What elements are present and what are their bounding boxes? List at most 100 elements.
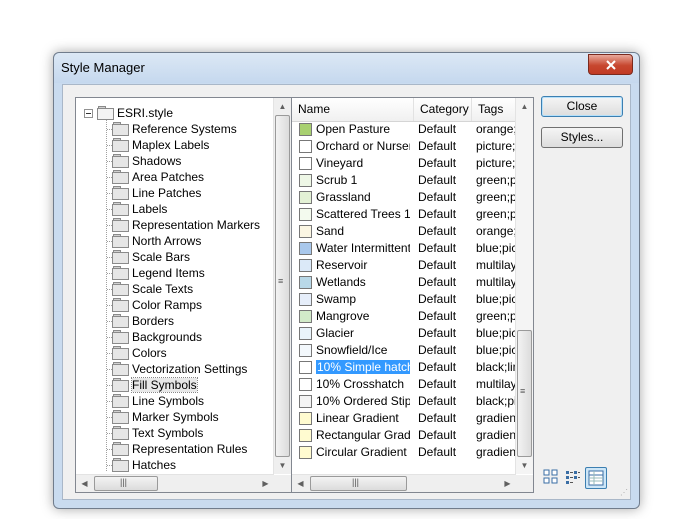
tree-item[interactable]: Backgrounds [112, 329, 202, 345]
folder-icon [112, 266, 129, 280]
list-row[interactable]: 10% Crosshatch Default multilaye [292, 376, 516, 393]
details-view-button[interactable] [585, 467, 607, 489]
list-row[interactable]: Wetlands Default multilaye [292, 274, 516, 291]
scroll-up-icon[interactable]: ▲ [516, 98, 533, 115]
tree-item[interactable]: Shadows [112, 153, 181, 169]
tree-item[interactable]: North Arrows [112, 233, 201, 249]
tree-item[interactable]: Line Symbols [112, 393, 204, 409]
scroll-left-icon[interactable]: ◀ [76, 475, 93, 492]
list-row[interactable]: 10% Ordered Stip... Default black;pi [292, 393, 516, 410]
scroll-up-icon[interactable]: ▲ [274, 98, 291, 115]
title-bar: Style Manager [54, 53, 639, 83]
tree-item[interactable]: Colors [112, 345, 167, 361]
folder-icon [112, 186, 129, 200]
symbol-category: Default [418, 326, 457, 340]
tree-item[interactable]: Scale Bars [112, 249, 190, 265]
tree-item-label: Text Symbols [132, 426, 204, 440]
symbol-category: Default [418, 190, 457, 204]
tree-item[interactable]: Borders [112, 313, 174, 329]
tree-item-label: Borders [132, 314, 175, 328]
tree-item[interactable]: Fill Symbols [112, 377, 198, 393]
list-row[interactable]: Glacier Default blue;pict [292, 325, 516, 342]
list-row[interactable]: Scrub 1 Default green;pi [292, 172, 516, 189]
symbol-tags: multilaye [476, 275, 516, 289]
symbol-name: Water Intermittent [316, 241, 410, 255]
tree-vertical-scrollbar[interactable]: ▲ ≡ ▼ [273, 98, 291, 474]
list-row[interactable]: Reservoir Default multilaye [292, 257, 516, 274]
tree-horizontal-scrollbar[interactable]: ◀ ||| ▶ [76, 474, 274, 492]
fill-symbol-swatch-icon [299, 310, 312, 323]
list-row[interactable]: Rectangular Gradi... Default gradient [292, 427, 516, 444]
symbol-name: Rectangular Gradi... [316, 428, 410, 442]
list-row[interactable]: Water Intermittent Default blue;pict [292, 240, 516, 257]
list-view-button[interactable] [563, 467, 583, 487]
symbol-tags: picture;b [476, 139, 516, 153]
close-button[interactable]: Close [541, 96, 623, 117]
tree-item[interactable]: Hatches [112, 457, 176, 473]
list-row[interactable]: Vineyard Default picture;b [292, 155, 516, 172]
symbol-tags: green;pi [476, 190, 516, 204]
folder-icon [112, 202, 129, 216]
list-row[interactable]: Linear Gradient Default gradient [292, 410, 516, 427]
tree-item[interactable]: Maplex Labels [112, 137, 209, 153]
scroll-left-icon[interactable]: ◀ [292, 475, 309, 492]
tree-item[interactable]: Vectorization Settings [112, 361, 247, 377]
list-row[interactable]: Sand Default orange;p [292, 223, 516, 240]
styles-button[interactable]: Styles... [541, 127, 623, 148]
window-close-button[interactable] [588, 54, 633, 75]
folder-icon [112, 122, 129, 136]
list-row[interactable]: Orchard or Nursery Default picture;b [292, 138, 516, 155]
list-row[interactable]: Open Pasture Default orange;p [292, 121, 516, 138]
symbol-category: Default [418, 275, 457, 289]
symbol-tags: multilaye [476, 258, 516, 272]
symbol-category: Default [418, 258, 457, 272]
scroll-down-icon[interactable]: ▼ [274, 457, 291, 474]
list-row[interactable]: Circular Gradient Default gradient [292, 444, 516, 461]
symbol-tags: black;lin [476, 360, 516, 374]
folder-icon [112, 250, 129, 264]
tree-item[interactable]: Reference Systems [112, 121, 237, 137]
list-row[interactable]: Scattered Trees 1 Default green;pi [292, 206, 516, 223]
list-vertical-scrollbar[interactable]: ▲ ≡ ▼ [515, 98, 533, 474]
tree-item-label: Legend Items [132, 266, 205, 280]
list-row[interactable]: Grassland Default green;pi [292, 189, 516, 206]
list-row[interactable]: Mangrove Default green;pi [292, 308, 516, 325]
collapse-icon[interactable] [84, 108, 93, 118]
tree-item[interactable]: Text Symbols [112, 425, 203, 441]
symbol-name: Snowfield/Ice [316, 343, 388, 357]
tree-item[interactable]: Line Patches [112, 185, 201, 201]
fill-symbol-swatch-icon [299, 361, 312, 374]
symbol-name: 10% Crosshatch [316, 377, 405, 391]
scroll-down-icon[interactable]: ▼ [516, 457, 533, 474]
tree-item[interactable]: Representation Markers [112, 217, 260, 233]
tree-item[interactable]: Representation Rules [112, 441, 247, 457]
tree-item[interactable]: Legend Items [112, 265, 205, 281]
symbol-name: Mangrove [316, 309, 370, 323]
list-row[interactable]: 10% Simple hatch Default black;lin [292, 359, 516, 376]
symbol-tags: gradient [476, 445, 516, 459]
tree-item[interactable]: Color Ramps [112, 297, 202, 313]
tree-scroll-thumb[interactable] [275, 115, 290, 457]
tree-root-node[interactable]: ESRI.style [84, 105, 173, 121]
fill-symbol-swatch-icon [299, 429, 312, 442]
list-horizontal-scrollbar[interactable]: ◀ ||| ▶ [292, 474, 516, 492]
fill-symbol-swatch-icon [299, 225, 312, 238]
tree-item[interactable]: Labels [112, 201, 167, 217]
large-icons-view-button[interactable] [541, 467, 561, 487]
tree-item[interactable]: Scale Texts [112, 281, 193, 297]
list-row[interactable]: Snowfield/Ice Default blue;pict [292, 342, 516, 359]
column-header-category[interactable]: Category [414, 98, 472, 121]
folder-open-icon [97, 106, 114, 120]
column-header-name[interactable]: Name [292, 98, 414, 121]
tree-item[interactable]: Marker Symbols [112, 409, 219, 425]
scroll-right-icon[interactable]: ▶ [499, 475, 516, 492]
tree-item-label: Backgrounds [132, 330, 203, 344]
scroll-right-icon[interactable]: ▶ [257, 475, 274, 492]
list-row[interactable]: Swamp Default blue;pict [292, 291, 516, 308]
close-icon [605, 59, 616, 70]
column-header-tags[interactable]: Tags [472, 98, 516, 121]
tree-item[interactable]: Area Patches [112, 169, 204, 185]
fill-symbol-swatch-icon [299, 208, 312, 221]
resize-grip-icon[interactable]: ⋰ [620, 488, 628, 497]
details-view-icon [588, 470, 604, 486]
